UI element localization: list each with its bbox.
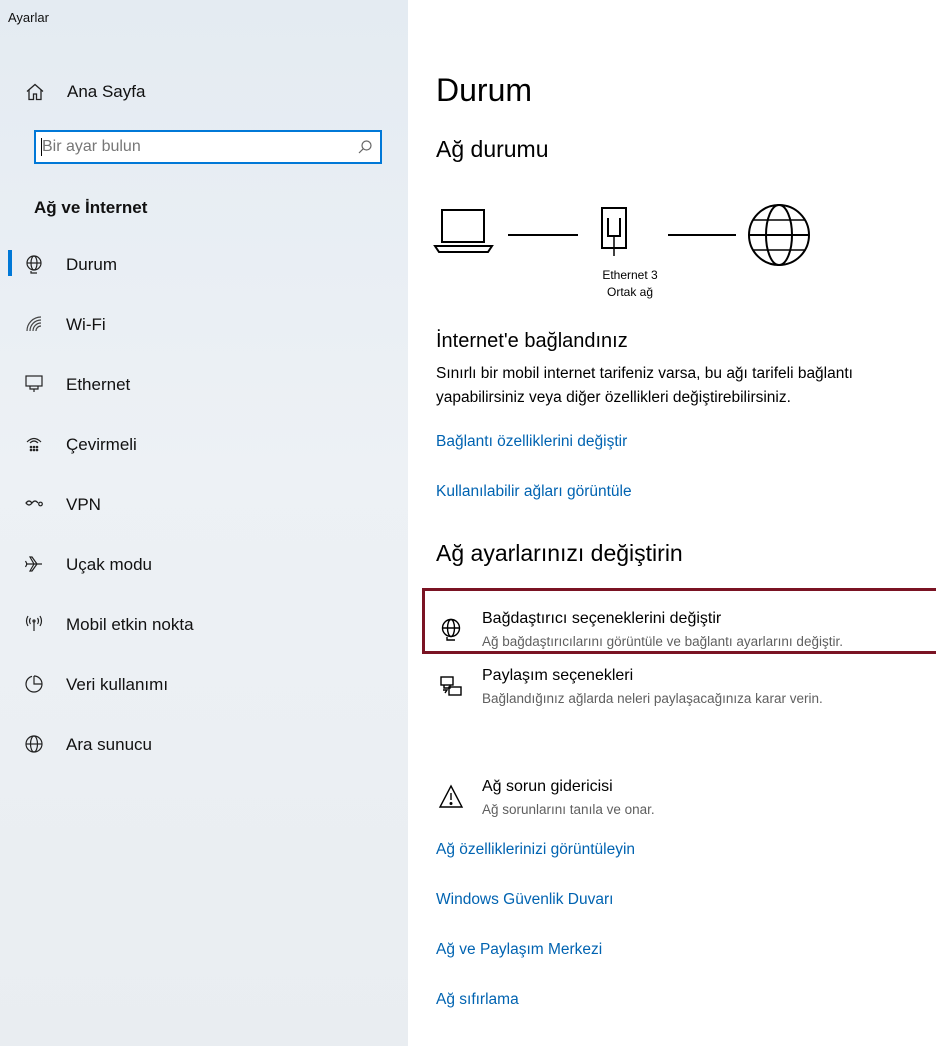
sidebar-item-label: Ara sunucu — [66, 735, 152, 754]
sidebar-item-vpn[interactable]: VPN — [0, 478, 408, 538]
vpn-icon — [24, 494, 44, 514]
sidebar-item-label: Mobil etkin nokta — [66, 615, 194, 634]
sidebar-item-ethernet[interactable]: Ethernet — [0, 358, 408, 418]
internet-globe-icon — [748, 204, 810, 266]
search-icon[interactable] — [356, 138, 374, 156]
windows-firewall-link[interactable]: Windows Güvenlik Duvarı — [436, 891, 613, 909]
wifi-icon — [24, 314, 44, 334]
sidebar-item-dialup[interactable]: Çevirmeli — [0, 418, 408, 478]
ethernet-port-icon — [601, 207, 627, 256]
connection-desc-line2: yapabilirsiniz veya diğer özellikleri de… — [436, 389, 791, 406]
sidebar-item-airplane[interactable]: Uçak modu — [0, 538, 408, 598]
connection-desc-line1: Sınırlı bir mobil internet tarifeniz var… — [436, 365, 853, 382]
page-title: Durum — [436, 72, 533, 108]
home-icon — [24, 81, 46, 103]
network-diagram: Ethernet 3 Ortak ağ — [432, 196, 832, 316]
sharing-icon — [438, 673, 464, 699]
sidebar-item-label: Ethernet — [66, 375, 131, 394]
sharing-options[interactable]: Paylaşım seçenekleri Bağlandığınız ağlar… — [436, 667, 936, 727]
sidebar-item-label: Çevirmeli — [66, 435, 137, 454]
sidebar-home-label: Ana Sayfa — [67, 82, 146, 101]
computer-icon — [433, 209, 494, 253]
sidebar-item-label: Durum — [66, 255, 118, 274]
proxy-icon — [24, 734, 44, 754]
adapter-name: Ethernet 3 — [602, 268, 658, 282]
sidebar-item-label: VPN — [66, 495, 101, 514]
selection-indicator — [8, 250, 12, 276]
sidebar-item-wifi[interactable]: Wi-Fi — [0, 298, 408, 358]
network-type: Ortak ağ — [606, 285, 654, 299]
view-network-properties-link[interactable]: Ağ özelliklerinizi görüntüleyin — [436, 841, 635, 859]
network-troubleshooter-title: Ağ sorun gidericisi — [482, 778, 613, 795]
ethernet-icon — [24, 374, 44, 394]
search-box[interactable] — [34, 130, 382, 164]
network-status-title: Ağ durumu — [436, 136, 549, 162]
sidebar-item-label: Uçak modu — [66, 555, 152, 574]
app-title: Ayarlar — [8, 10, 49, 25]
main-content: Durum Ağ durumu Ethernet 3 Ortak ağ İnte… — [408, 0, 936, 1046]
adapter-options-title: Bağdaştırıcı seçeneklerini değiştir — [482, 610, 722, 627]
text-caret — [41, 138, 42, 156]
globe-status-icon — [24, 254, 44, 274]
network-reset-link[interactable]: Ağ sıfırlama — [436, 991, 519, 1009]
dialup-icon — [24, 434, 44, 454]
adapter-options-desc: Ağ bağdaştırıcılarını görüntüle ve bağla… — [482, 634, 843, 649]
sidebar-nav: Durum Wi-Fi Ethernet Çevirmeli VPN Uçak … — [0, 238, 408, 778]
hotspot-icon — [24, 614, 44, 634]
sharing-options-title: Paylaşım seçenekleri — [482, 667, 634, 684]
sidebar-item-data-usage[interactable]: Veri kullanımı — [0, 658, 408, 718]
sidebar-item-label: Veri kullanımı — [66, 675, 169, 694]
sharing-options-desc: Bağlandığınız ağlarda neleri paylaşacağı… — [482, 691, 823, 706]
sidebar: Ayarlar Ana Sayfa Ağ ve İnternet — [0, 0, 408, 1046]
connection-status-title: İnternet'e bağlandınız — [436, 330, 628, 352]
change-settings-title: Ağ ayarlarınızı değiştirin — [436, 540, 683, 566]
sidebar-item-hotspot[interactable]: Mobil etkin nokta — [0, 598, 408, 658]
connection-description: Sınırlı bir mobil internet tarifeniz var… — [436, 362, 936, 410]
sidebar-item-durum[interactable]: Durum — [0, 238, 408, 298]
airplane-icon — [24, 554, 44, 574]
change-connection-properties-link[interactable]: Bağlantı özelliklerini değiştir — [436, 433, 627, 451]
sidebar-item-proxy[interactable]: Ara sunucu — [0, 718, 408, 778]
view-available-networks-link[interactable]: Kullanılabilir ağları görüntüle — [436, 483, 632, 501]
warning-icon — [438, 784, 464, 810]
sidebar-section-title: Ağ ve İnternet — [34, 198, 148, 217]
data-usage-icon — [24, 674, 44, 694]
sidebar-item-label: Wi-Fi — [66, 315, 106, 334]
sidebar-home[interactable]: Ana Sayfa — [0, 72, 408, 112]
network-sharing-center-link[interactable]: Ağ ve Paylaşım Merkezi — [436, 941, 602, 959]
search-input[interactable] — [40, 132, 352, 162]
adapter-icon — [438, 616, 464, 642]
network-troubleshooter-desc: Ağ sorunlarını tanıla ve onar. — [482, 802, 655, 817]
adapter-options[interactable]: Bağdaştırıcı seçeneklerini değiştir Ağ b… — [436, 610, 936, 670]
network-troubleshooter[interactable]: Ağ sorun gidericisi Ağ sorunlarını tanıl… — [436, 778, 936, 838]
